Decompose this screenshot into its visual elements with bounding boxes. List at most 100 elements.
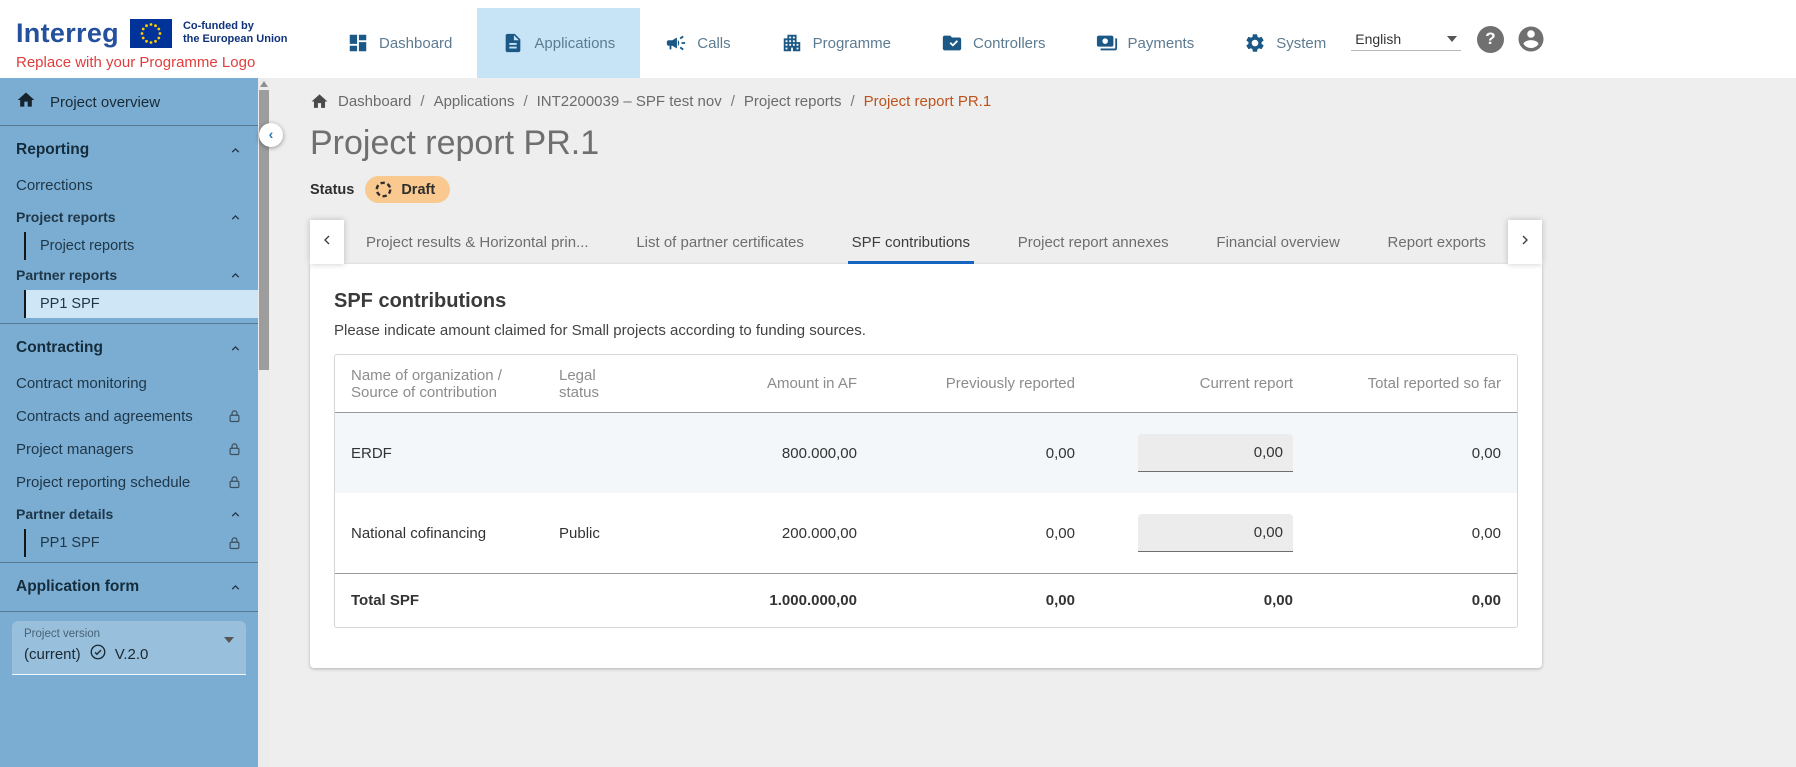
programme-icon xyxy=(781,32,803,54)
cell-previously-reported: 0,00 xyxy=(865,445,1075,462)
sidebar-item-contract-monitoring[interactable]: Contract monitoring xyxy=(0,367,258,400)
sidebar-section-project-reports[interactable]: Project reports xyxy=(0,202,258,232)
draft-status-icon xyxy=(374,180,393,199)
breadcrumb-item-project-reports[interactable]: Project reports xyxy=(744,93,842,110)
sidebar-section-application-form[interactable]: Application form xyxy=(0,568,258,606)
calls-icon xyxy=(665,32,687,54)
sidebar-section-contracting[interactable]: Contracting xyxy=(0,329,258,367)
breadcrumb: Dashboard / Applications / INT2200039 – … xyxy=(310,92,1796,111)
sidebar: Project overview Reporting Corrections P… xyxy=(0,78,258,767)
top-navigation: Dashboard Applications Calls Programme C… xyxy=(322,0,1351,78)
cell-amount-af: 200.000,00 xyxy=(687,525,857,542)
help-button[interactable]: ? xyxy=(1477,26,1504,53)
chevron-left-icon xyxy=(319,232,335,253)
main-area: Project overview Reporting Corrections P… xyxy=(0,78,1796,767)
cell-legal-status: Public xyxy=(559,525,679,542)
tab-report-annexes[interactable]: Project report annexes xyxy=(1002,220,1185,264)
language-select[interactable]: English xyxy=(1351,28,1461,51)
sidebar-item-corrections[interactable]: Corrections xyxy=(0,169,258,202)
status-row: Status Draft xyxy=(310,176,1796,203)
col-header-previously-reported: Previously reported xyxy=(865,375,1075,392)
tab-spf-contributions[interactable]: SPF contributions xyxy=(836,220,986,264)
chevron-up-icon xyxy=(229,581,242,594)
tabs-scroll-right-button[interactable] xyxy=(1508,220,1542,264)
nav-dashboard[interactable]: Dashboard xyxy=(322,8,477,78)
nav-system[interactable]: System xyxy=(1219,8,1351,78)
project-version-label: Project version xyxy=(24,628,234,640)
account-button[interactable] xyxy=(1516,24,1546,54)
sidebar-item-pp1-spf-report[interactable]: PP1 SPF xyxy=(24,290,258,318)
sidebar-collapse-button[interactable]: ‹ xyxy=(259,123,283,147)
tab-partner-certificates[interactable]: List of partner certificates xyxy=(620,220,820,264)
cell-total-reported: 0,00 xyxy=(1301,445,1501,462)
tab-project-results[interactable]: Project results & Horizontal prin... xyxy=(350,220,605,264)
lock-icon xyxy=(227,475,242,490)
help-icon: ? xyxy=(1485,29,1495,49)
sidebar-item-contracts-agreements[interactable]: Contracts and agreements xyxy=(0,400,258,433)
nav-applications[interactable]: Applications xyxy=(477,8,640,78)
breadcrumb-item-project[interactable]: INT2200039 – SPF test nov xyxy=(537,93,722,110)
breadcrumb-item-applications[interactable]: Applications xyxy=(434,93,515,110)
table-row-erdf: ERDF 800.000,00 0,00 0,00 xyxy=(335,413,1517,493)
nav-calls[interactable]: Calls xyxy=(640,8,755,78)
table-total-row: Total SPF 1.000.000,00 0,00 0,00 0,00 xyxy=(335,573,1517,627)
cell-total-amount-af: 1.000.000,00 xyxy=(687,592,857,609)
content-area: Dashboard / Applications / INT2200039 – … xyxy=(270,78,1796,767)
programme-logo: Interreg Co-funded by the European Union… xyxy=(16,8,308,71)
breadcrumb-item-dashboard[interactable]: Dashboard xyxy=(338,93,411,110)
caret-down-icon xyxy=(1447,36,1457,42)
status-badge: Draft xyxy=(365,176,450,203)
sidebar-item-reporting-schedule[interactable]: Project reporting schedule xyxy=(0,466,258,499)
nav-controllers[interactable]: Controllers xyxy=(916,8,1071,78)
col-header-total-reported: Total reported so far xyxy=(1301,375,1501,392)
sidebar-item-project-reports[interactable]: Project reports xyxy=(24,232,258,260)
col-header-legal-status: Legal status xyxy=(559,367,611,401)
breadcrumb-item-current: Project report PR.1 xyxy=(864,93,992,110)
sidebar-section-partner-reports[interactable]: Partner reports xyxy=(0,260,258,290)
sidebar-divider xyxy=(0,562,258,563)
sidebar-item-project-overview[interactable]: Project overview xyxy=(0,84,258,120)
section-heading: SPF contributions xyxy=(334,290,1518,313)
tab-bar: Project results & Horizontal prin... Lis… xyxy=(310,220,1542,264)
system-gear-icon xyxy=(1244,32,1266,54)
sidebar-item-project-managers[interactable]: Project managers xyxy=(0,433,258,466)
vertical-scrollbar[interactable] xyxy=(258,78,270,767)
sidebar-section-reporting[interactable]: Reporting xyxy=(0,131,258,169)
cell-total-reported: 0,00 xyxy=(1301,525,1501,542)
table-header-row: Name of organization / Source of contrib… xyxy=(335,355,1517,413)
tab-report-exports[interactable]: Report exports xyxy=(1372,220,1502,264)
sidebar-divider xyxy=(0,323,258,324)
current-report-input-national-cofinancing[interactable] xyxy=(1138,514,1293,552)
page-title: Project report PR.1 xyxy=(310,124,1796,163)
spf-contributions-table: Name of organization / Source of contrib… xyxy=(334,354,1518,628)
current-report-input-erdf[interactable] xyxy=(1138,434,1293,472)
cell-amount-af: 800.000,00 xyxy=(687,445,857,462)
account-icon xyxy=(1516,41,1546,58)
col-header-current-report: Current report xyxy=(1083,375,1293,392)
chevron-right-icon xyxy=(1517,232,1533,253)
sidebar-section-partner-details[interactable]: Partner details xyxy=(0,499,258,529)
tab-financial-overview[interactable]: Financial overview xyxy=(1200,220,1355,264)
sidebar-item-pp1-spf-details[interactable]: PP1 SPF xyxy=(24,529,258,557)
chevron-up-icon xyxy=(229,144,242,157)
language-value: English xyxy=(1355,31,1401,47)
nav-payments[interactable]: Payments xyxy=(1071,8,1220,78)
tabs: Project results & Horizontal prin... Lis… xyxy=(344,220,1508,264)
lock-icon xyxy=(227,536,242,551)
dashboard-icon xyxy=(347,32,369,54)
scrollbar-up-arrow[interactable] xyxy=(260,81,268,87)
sidebar-divider xyxy=(0,611,258,612)
app-window: Interreg Co-funded by the European Union… xyxy=(0,0,1796,767)
chevron-up-icon xyxy=(229,508,242,521)
tabs-scroll-left-button[interactable] xyxy=(310,220,344,264)
breadcrumb-home-icon[interactable] xyxy=(310,92,329,111)
project-version-select[interactable]: Project version (current) V.2.0 xyxy=(12,621,246,675)
home-icon xyxy=(16,90,36,114)
cell-name: ERDF xyxy=(351,445,551,462)
col-header-amount-af: Amount in AF xyxy=(687,375,857,392)
col-header-name: Name of organization / Source of contrib… xyxy=(351,367,551,401)
nav-programme[interactable]: Programme xyxy=(756,8,916,78)
table-row-national-cofinancing: National cofinancing Public 200.000,00 0… xyxy=(335,493,1517,573)
chevron-up-icon xyxy=(229,211,242,224)
lock-icon xyxy=(227,409,242,424)
